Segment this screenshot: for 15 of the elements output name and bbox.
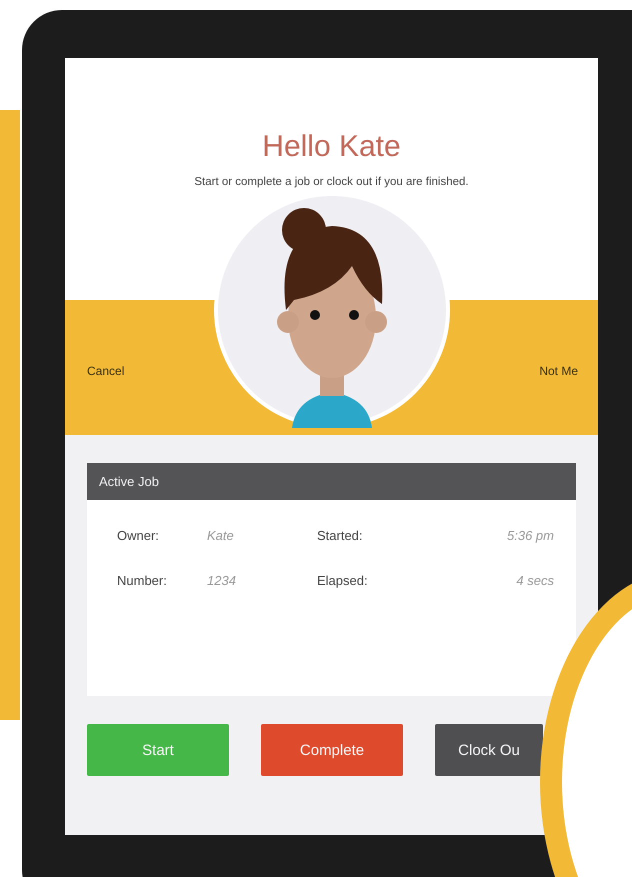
field-value: 4 secs <box>515 573 554 588</box>
cancel-link[interactable]: Cancel <box>65 364 214 378</box>
field-label: Owner: <box>117 528 160 543</box>
not-me-link[interactable]: Not Me <box>539 364 598 378</box>
field-value: 1234 <box>207 573 237 588</box>
panel-header: Active Job <box>87 463 576 500</box>
field-label: Number: <box>117 573 168 588</box>
field-label: Started: <box>317 528 364 543</box>
field-label: Elapsed: <box>317 573 369 588</box>
field-value: 5:36 pm <box>506 528 554 543</box>
field-value: Kate <box>207 528 235 543</box>
instruction-text: Start or complete a job or clock out if you are finished. <box>194 176 469 188</box>
greeting-title: Hello Kate <box>262 130 401 164</box>
complete-button[interactable]: Complete <box>261 724 403 776</box>
clock-out-button[interactable]: Clock Ou <box>435 724 543 776</box>
